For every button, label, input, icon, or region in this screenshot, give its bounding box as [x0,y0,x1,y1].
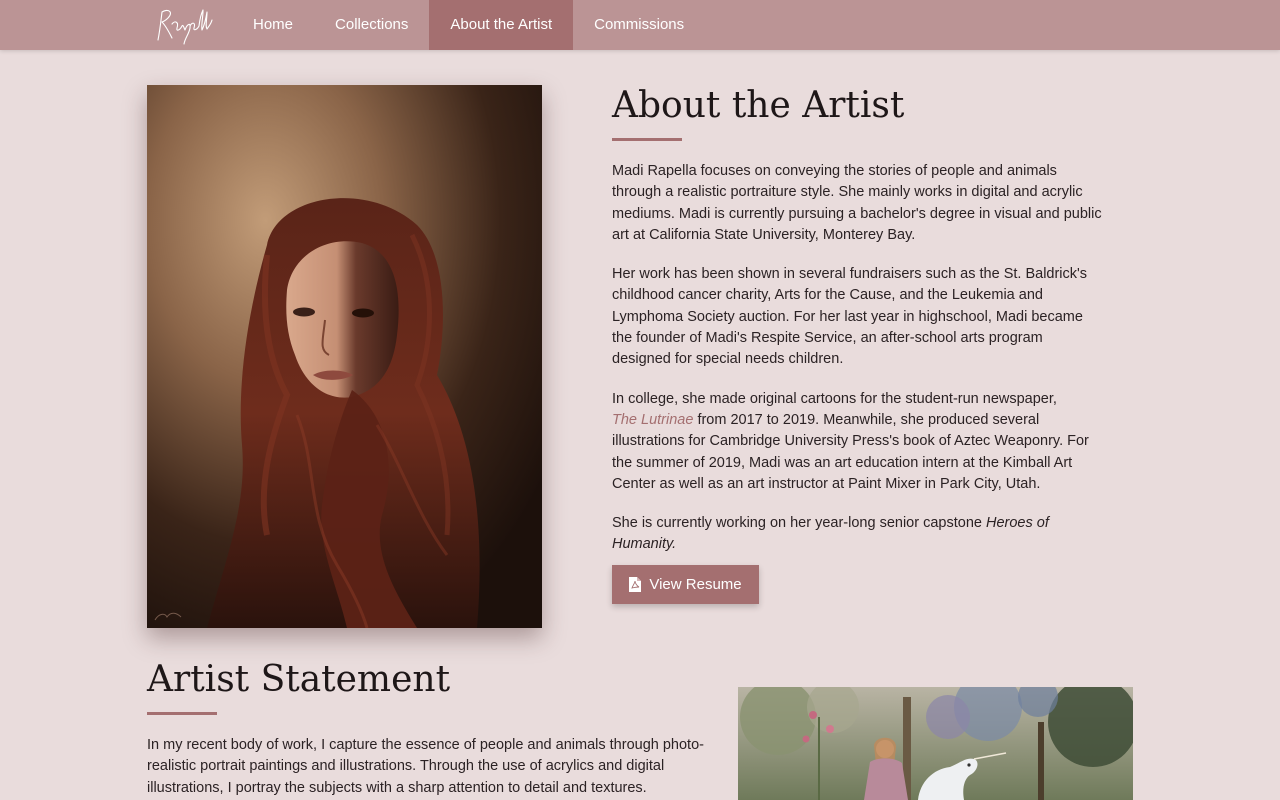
about-section: About the Artist Madi Rapella focuses on… [612,85,1102,556]
about-title: About the Artist [612,85,905,126]
statement-paragraph-1: In my recent body of work, I capture the… [147,737,704,796]
signature-logo-icon [157,9,213,45]
unicorn-painting [738,687,1133,800]
about-paragraph-4-start: She is currently working on her year-lon… [612,515,986,532]
top-navbar: Home Collections About the Artist Commis… [0,0,1280,50]
view-resume-button[interactable]: View Resume [612,565,759,604]
nav-menu: Home Collections About the Artist Commis… [232,0,705,50]
about-paragraph-3: In college, she made original cartoons f… [612,389,1102,495]
title-underline [612,138,682,141]
about-paragraph-2: Her work has been shown in several fundr… [612,266,1088,368]
about-paragraph-3-start: In college, she made original cartoons f… [612,390,1057,407]
artist-statement-section: Artist Statement In my recent body of wo… [147,658,707,799]
about-paragraph-1: Madi Rapella focuses on conveying the st… [612,163,1102,243]
nav-item-collections[interactable]: Collections [314,0,429,50]
the-lutrinae-link[interactable]: The Lutrinae [612,412,693,428]
nav-item-about-the-artist[interactable]: About the Artist [429,0,574,50]
artist-statement-title: Artist Statement [147,659,451,700]
about-paragraph-4: She is currently working on her year-lon… [612,513,1102,556]
artist-portrait-painting [147,85,542,628]
view-resume-label: View Resume [649,576,742,593]
nav-item-commissions[interactable]: Commissions [573,0,705,50]
statement-underline [147,712,217,715]
nav-item-home[interactable]: Home [232,0,314,50]
brand-logo[interactable] [152,4,214,46]
pdf-file-icon [629,577,642,592]
